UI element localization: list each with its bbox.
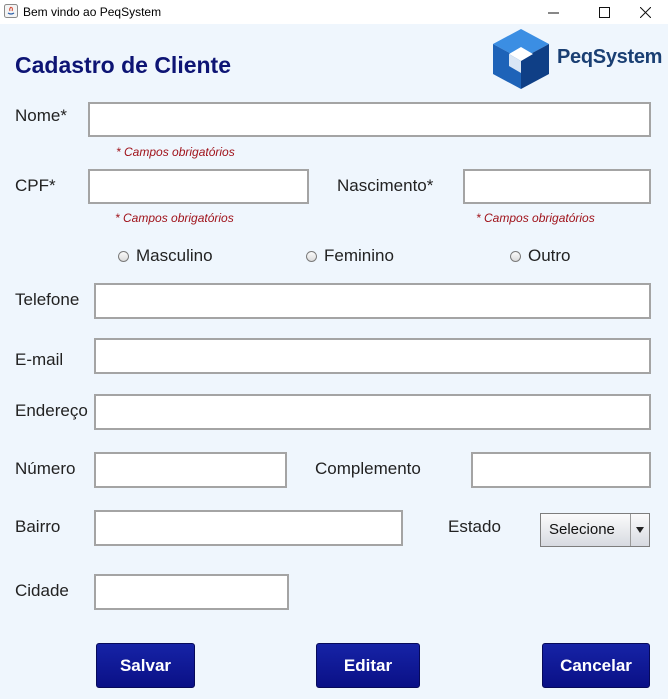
cancel-button[interactable]: Cancelar — [542, 643, 650, 688]
estado-label: Estado — [448, 517, 501, 536]
telefone-field[interactable] — [94, 283, 651, 319]
radio-label: Feminino — [324, 246, 394, 265]
nome-field[interactable] — [88, 102, 651, 137]
cpf-field[interactable] — [88, 169, 309, 204]
nascimento-label: Nascimento* — [337, 176, 434, 195]
email-field[interactable] — [94, 338, 651, 374]
cpf-label: CPF* — [15, 176, 56, 195]
endereco-field[interactable] — [94, 394, 651, 430]
radio-circle-icon — [306, 250, 317, 262]
close-icon — [639, 6, 651, 18]
save-button[interactable]: Salvar — [96, 643, 195, 688]
estado-selected-value: Selecione — [549, 521, 615, 538]
window-title: Bem vindo ao PeqSystem — [23, 5, 162, 19]
telefone-label: Telefone — [15, 290, 80, 309]
radio-feminino[interactable]: Feminino — [306, 246, 394, 266]
endereco-label: Endereço — [15, 401, 88, 420]
cidade-label: Cidade — [15, 581, 69, 600]
complemento-field[interactable] — [471, 452, 651, 488]
estado-select[interactable]: Selecione — [540, 513, 650, 547]
window-titlebar: Bem vindo ao PeqSystem — [0, 0, 668, 24]
edit-button[interactable]: Editar — [316, 643, 420, 688]
peqsystem-logo: PeqSystem — [489, 27, 663, 91]
maximize-button[interactable] — [581, 0, 627, 24]
radio-label: Masculino — [136, 246, 213, 265]
nome-label: Nome* — [15, 106, 67, 125]
numero-field[interactable] — [94, 452, 287, 488]
bairro-label: Bairro — [15, 517, 61, 536]
maximize-icon — [598, 6, 610, 18]
bairro-field[interactable] — [94, 510, 403, 546]
chevron-down-icon[interactable] — [630, 514, 649, 546]
cube-logo-icon — [493, 29, 549, 89]
radio-label: Outro — [528, 246, 571, 265]
cpf-required-note: * Campos obrigatórios — [115, 211, 234, 225]
complemento-label: Complemento — [315, 459, 421, 478]
numero-label: Número — [15, 459, 76, 478]
radio-outro[interactable]: Outro — [510, 246, 571, 266]
nome-required-note: * Campos obrigatórios — [116, 145, 235, 159]
minimize-icon — [547, 12, 559, 13]
nascimento-required-note: * Campos obrigatórios — [476, 211, 595, 225]
close-button[interactable] — [622, 0, 668, 24]
logo-text: PeqSystem — [557, 46, 663, 68]
cidade-field[interactable] — [94, 574, 289, 610]
nascimento-field[interactable] — [463, 169, 651, 204]
radio-circle-icon — [118, 250, 129, 262]
radio-masculino[interactable]: Masculino — [118, 246, 213, 266]
email-label: E-mail — [15, 350, 64, 369]
radio-circle-icon — [510, 250, 521, 262]
page-title: Cadastro de Cliente — [15, 52, 231, 78]
java-app-icon — [4, 4, 18, 18]
dropdown-arrow-icon — [636, 527, 644, 533]
minimize-button[interactable] — [530, 0, 576, 24]
